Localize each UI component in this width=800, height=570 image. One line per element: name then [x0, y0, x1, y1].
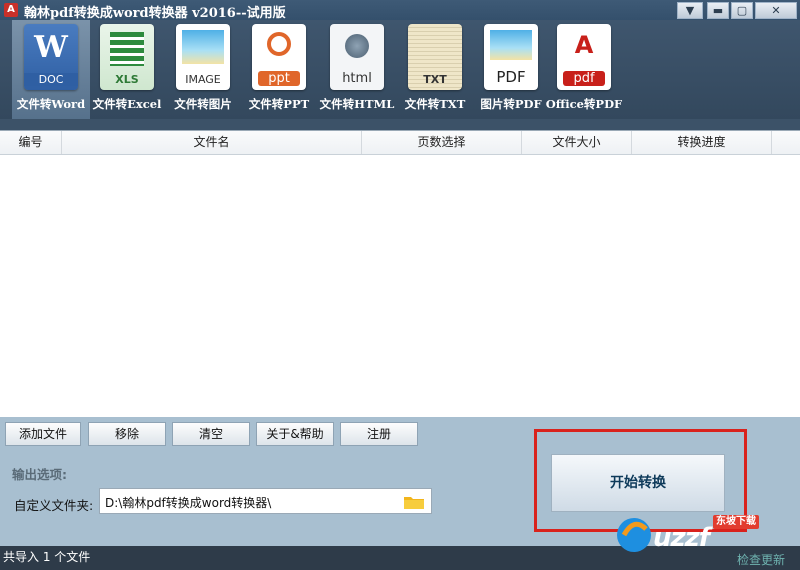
tool-file-to-html[interactable]: html 文件转HTML	[318, 20, 396, 119]
output-path-field[interactable]: D:\翰林pdf转换成word转换器\	[99, 488, 432, 514]
about-help-button[interactable]: 关于&帮助	[256, 422, 334, 446]
close-icon: ✕	[771, 4, 781, 17]
minimize-button[interactable]: ▬	[707, 2, 729, 19]
table-header: 编号 文件名 页数选择 文件大小 转换进度	[0, 131, 800, 155]
file-list-table[interactable]: 编号 文件名 页数选择 文件大小 转换进度	[0, 130, 800, 418]
image-to-pdf-icon: PDF	[484, 24, 538, 90]
tool-label: 文件转HTML	[319, 97, 395, 111]
remove-button[interactable]: 移除	[88, 422, 166, 446]
app-window: A 翰林pdf转换成word转换器 v2016--试用版 ▼ ▬ ▢ ✕ W D…	[0, 0, 800, 570]
status-text: 共导入 1 个文件	[3, 550, 91, 564]
folder-icon[interactable]	[403, 494, 425, 510]
close-button[interactable]: ✕	[755, 2, 797, 19]
output-path-value: D:\翰林pdf转换成word转换器\	[105, 496, 272, 510]
site-watermark: uzzf 东坡下载	[614, 511, 794, 557]
tool-office-to-pdf[interactable]: A pdf Office转PDF	[545, 20, 623, 119]
watermark-badge: 东坡下载	[713, 515, 759, 529]
watermark-logo-icon	[617, 518, 651, 552]
word-doc-icon: W DOC	[24, 24, 78, 90]
excel-xls-icon: XLS	[100, 24, 154, 90]
start-conversion-button[interactable]: 开始转换	[551, 454, 725, 512]
tool-file-to-word[interactable]: W DOC 文件转Word	[12, 20, 90, 119]
window-title: 翰林pdf转换成word转换器 v2016--试用版	[24, 6, 286, 21]
tool-file-to-txt[interactable]: TXT 文件转TXT	[396, 20, 474, 119]
output-options-title: 输出选项:	[12, 467, 67, 482]
office-to-pdf-icon: A pdf	[557, 24, 611, 90]
column-header-page-selection[interactable]: 页数选择	[362, 131, 522, 154]
dropdown-button[interactable]: ▼	[677, 2, 703, 19]
tool-file-to-ppt[interactable]: ppt 文件转PPT	[240, 20, 318, 119]
column-header-filename[interactable]: 文件名	[62, 131, 362, 154]
custom-folder-label: 自定义文件夹:	[14, 498, 94, 513]
title-bar: A 翰林pdf转换成word转换器 v2016--试用版 ▼ ▬ ▢ ✕	[0, 0, 800, 21]
image-icon: IMAGE	[176, 24, 230, 90]
watermark-text: uzzf	[653, 523, 710, 553]
maximize-icon: ▢	[736, 4, 748, 17]
column-header-progress[interactable]: 转换进度	[632, 131, 772, 154]
register-button[interactable]: 注册	[340, 422, 418, 446]
tool-file-to-excel[interactable]: XLS 文件转Excel	[88, 20, 166, 119]
tool-file-to-image[interactable]: IMAGE 文件转图片	[164, 20, 242, 119]
maximize-button[interactable]: ▢	[731, 2, 753, 19]
minimize-icon: ▬	[712, 4, 724, 17]
ppt-icon: ppt	[252, 24, 306, 90]
tool-label: 文件转PPT	[248, 97, 310, 111]
tool-label: Office转PDF	[545, 97, 623, 111]
pdf-app-icon: A	[4, 3, 18, 17]
chevron-down-icon: ▼	[685, 4, 695, 17]
column-header-number[interactable]: 编号	[0, 131, 62, 154]
html-icon: html	[330, 24, 384, 90]
clear-button[interactable]: 清空	[172, 422, 250, 446]
conversion-toolbar: W DOC 文件转Word XLS 文件转Excel IMAGE 文件转图片 p…	[0, 20, 800, 119]
column-header-file-size[interactable]: 文件大小	[522, 131, 632, 154]
add-file-button[interactable]: 添加文件	[5, 422, 81, 446]
txt-icon: TXT	[408, 24, 462, 90]
